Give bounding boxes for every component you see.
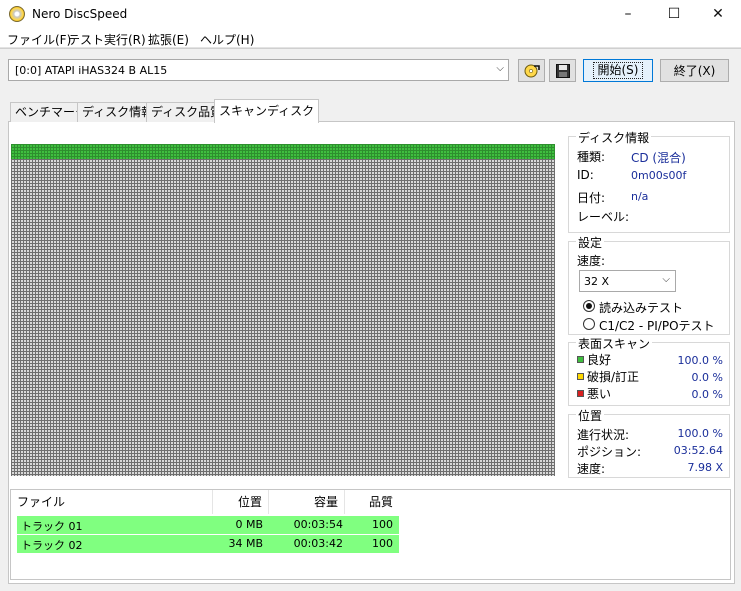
read-test-radio[interactable] — [583, 300, 595, 312]
start-button[interactable]: 開始(S) — [583, 59, 653, 82]
close-icon: ✕ — [712, 6, 724, 22]
maximize-icon: ☐ — [667, 6, 681, 22]
current-speed-value: 7.98 X — [687, 461, 723, 474]
track-name: トラック 02 — [21, 539, 83, 552]
damaged-label: 破損/訂正 — [587, 370, 640, 384]
column-header-file[interactable]: ファイル — [11, 490, 213, 514]
menu-help[interactable]: ヘルプ(H) — [200, 31, 254, 48]
window-title: Nero DiscSpeed — [32, 7, 128, 21]
disc-type-label: 種類: — [577, 150, 606, 164]
c1c2-test-radio[interactable] — [583, 318, 595, 330]
good-label: 良好 — [587, 353, 612, 367]
exit-button-label: 終了(X) — [673, 64, 716, 78]
close-button[interactable]: ✕ — [695, 0, 741, 28]
current-speed-label: 速度: — [577, 462, 606, 476]
speed-label: 速度: — [577, 254, 606, 268]
settings-group: 設定 速度: 32 X ⌵ 読み込みテスト C1/C2 - PI/POテスト — [568, 234, 730, 335]
position-group: 位置 進行状況: 100.0 % ポジション: 03:52.64 速度: 7.9… — [568, 407, 730, 478]
start-button-label: 開始(S) — [592, 62, 644, 79]
speed-select[interactable]: 32 X ⌵ — [579, 270, 676, 292]
save-button[interactable] — [549, 59, 576, 82]
exit-button[interactable]: 終了(X) — [660, 59, 729, 82]
drive-select[interactable]: [0:0] ATAPI iHAS324 B AL15 ⌵ — [8, 59, 509, 81]
track-size: 00:03:54 — [293, 518, 343, 531]
progress-label: 進行状況: — [577, 428, 630, 442]
track-quality: 100 — [372, 518, 393, 531]
tab-scan-disc[interactable]: スキャンディスク — [214, 99, 320, 123]
bad-value: 0.0 % — [691, 388, 723, 401]
position-label: ポジション: — [577, 445, 642, 459]
eject-drive-button[interactable] — [518, 59, 545, 82]
track-name: トラック 01 — [21, 520, 83, 533]
minimize-icon: – — [624, 6, 632, 22]
disc-info-title: ディスク情報 — [576, 129, 652, 146]
position-title: 位置 — [576, 407, 605, 424]
disc-id-value: 0m00s00f — [631, 169, 687, 182]
progress-value: 100.0 % — [677, 427, 723, 440]
minimize-button[interactable]: – — [605, 0, 651, 28]
track-list[interactable]: ファイル 位置 容量 品質 トラック 01 0 MB 00:03:54 100 … — [10, 489, 731, 580]
position-value: 03:52.64 — [673, 444, 723, 457]
scan-surface-map — [11, 144, 555, 476]
scan-good-blocks — [11, 144, 555, 159]
title-bar: Nero DiscSpeed – ☐ ✕ — [0, 0, 741, 28]
toolbar-divider — [0, 48, 741, 49]
menu-file[interactable]: ファイル(F) — [7, 31, 71, 48]
track-position: 0 MB — [235, 518, 263, 531]
disc-type-value: CD (混合) — [631, 151, 686, 165]
maximize-button[interactable]: ☐ — [651, 0, 697, 28]
column-header-size[interactable]: 容量 — [269, 490, 345, 514]
surface-scan-title: 表面スキャン — [576, 335, 653, 352]
good-swatch — [577, 356, 584, 363]
read-test-label[interactable]: 読み込みテスト — [599, 299, 683, 316]
menu-extensions[interactable]: 拡張(E) — [148, 31, 189, 48]
settings-title: 設定 — [576, 234, 605, 251]
c1c2-test-label[interactable]: C1/C2 - PI/POテスト — [599, 317, 715, 334]
disc-eject-icon — [524, 64, 540, 77]
menu-run-test[interactable]: テスト実行(R) — [68, 31, 146, 48]
disc-date-value: n/a — [631, 190, 649, 203]
column-header-position[interactable]: 位置 — [213, 490, 269, 514]
scan-unscanned-blocks — [11, 144, 555, 476]
track-size: 00:03:42 — [293, 537, 343, 550]
surface-scan-group: 表面スキャン 良好 100.0 % 破損/訂正 0.0 % 悪い 0.0 % — [568, 335, 730, 406]
good-value: 100.0 % — [677, 354, 723, 367]
disc-id-label: ID: — [577, 168, 594, 182]
disc-date-label: 日付: — [577, 191, 606, 205]
speed-select-value: 32 X — [584, 275, 610, 288]
floppy-icon — [555, 63, 570, 78]
bad-label: 悪い — [587, 387, 612, 401]
disc-info-group: ディスク情報 種類: CD (混合) ID: 0m00s00f 日付: n/a … — [568, 129, 730, 233]
bad-swatch — [577, 390, 584, 397]
menu-bar: ファイル(F) テスト実行(R) 拡張(E) ヘルプ(H) — [0, 28, 741, 48]
damaged-swatch — [577, 373, 584, 380]
disc-label-label: レーベル: — [577, 210, 630, 224]
table-row[interactable]: トラック 01 0 MB 00:03:54 100 — [17, 516, 399, 534]
column-header-quality[interactable]: 品質 — [345, 490, 399, 514]
table-row[interactable]: トラック 02 34 MB 00:03:42 100 — [17, 535, 399, 553]
chevron-down-icon: ⌵ — [662, 274, 670, 285]
chevron-down-icon: ⌵ — [496, 63, 504, 74]
track-position: 34 MB — [228, 537, 263, 550]
disc-app-icon — [9, 6, 25, 22]
track-quality: 100 — [372, 537, 393, 550]
drive-select-value: [0:0] ATAPI iHAS324 B AL15 — [15, 64, 168, 77]
damaged-value: 0.0 % — [691, 371, 723, 384]
